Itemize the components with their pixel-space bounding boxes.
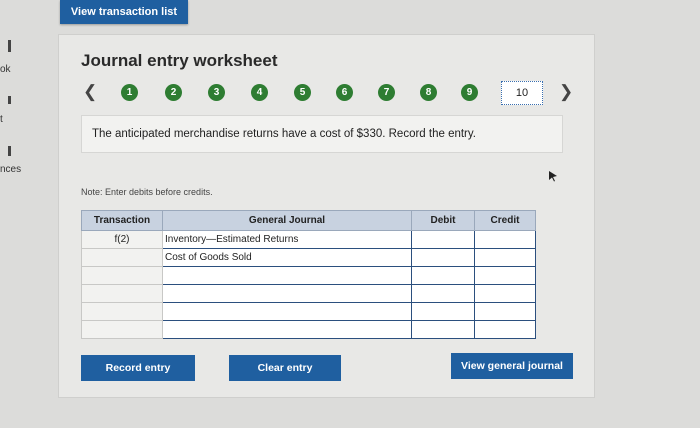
prompt-text: The anticipated merchandise returns have… xyxy=(92,128,476,140)
table-row: f(2) Inventory—Estimated Returns xyxy=(81,230,536,249)
sidebar-fragment-1: ok xyxy=(0,64,11,75)
step-10-current[interactable]: 10 xyxy=(501,81,543,105)
step-5[interactable]: 5 xyxy=(294,84,311,101)
credit-field[interactable] xyxy=(474,248,536,267)
credit-field[interactable] xyxy=(474,320,536,339)
prev-chevron-icon[interactable]: ❮ xyxy=(83,82,97,102)
debit-field[interactable] xyxy=(411,284,475,303)
credit-field[interactable] xyxy=(474,284,536,303)
sidebar-fragment-2: t xyxy=(0,114,3,125)
sidebar-bar xyxy=(8,146,11,156)
transaction-cell xyxy=(81,266,163,285)
account-field[interactable] xyxy=(162,266,412,285)
debit-field[interactable] xyxy=(411,302,475,321)
journal-table: Transaction General Journal Debit Credit… xyxy=(81,210,536,339)
view-general-journal-button[interactable]: View general journal xyxy=(451,353,573,379)
next-chevron-icon[interactable]: ❯ xyxy=(559,82,573,102)
account-field[interactable] xyxy=(162,284,412,303)
step-1[interactable]: 1 xyxy=(121,84,138,101)
transaction-cell: f(2) xyxy=(81,230,163,249)
step-3[interactable]: 3 xyxy=(208,84,225,101)
debit-credit-note: Note: Enter debits before credits. xyxy=(81,187,213,197)
debit-field[interactable] xyxy=(411,248,475,267)
clear-entry-button[interactable]: Clear entry xyxy=(229,355,341,381)
debit-field[interactable] xyxy=(411,230,475,249)
journal-entry-worksheet-panel: Journal entry worksheet ❮ 1 2 3 4 5 6 7 … xyxy=(58,34,595,398)
step-navigation: ❮ 1 2 3 4 5 6 7 8 9 10 ❯ xyxy=(81,81,581,105)
step-6[interactable]: 6 xyxy=(336,84,353,101)
col-header-general-journal: General Journal xyxy=(162,210,412,231)
table-row: Cost of Goods Sold xyxy=(81,248,536,267)
credit-field[interactable] xyxy=(474,266,536,285)
col-header-credit: Credit xyxy=(474,210,536,231)
step-7[interactable]: 7 xyxy=(378,84,395,101)
transaction-cell xyxy=(81,248,163,267)
table-row xyxy=(81,284,536,303)
account-field[interactable] xyxy=(162,302,412,321)
view-transaction-list-button[interactable]: View transaction list xyxy=(60,0,188,24)
sidebar-fragment-3: nces xyxy=(0,164,22,175)
col-header-debit: Debit xyxy=(411,210,475,231)
account-field[interactable] xyxy=(162,320,412,339)
transaction-cell xyxy=(81,302,163,321)
table-row xyxy=(81,266,536,285)
credit-field[interactable] xyxy=(474,230,536,249)
col-header-transaction: Transaction xyxy=(81,210,163,231)
step-2[interactable]: 2 xyxy=(165,84,182,101)
sidebar-bar xyxy=(8,96,11,104)
sidebar-bar xyxy=(8,40,11,52)
table-row xyxy=(81,302,536,321)
transaction-cell xyxy=(81,320,163,339)
debit-field[interactable] xyxy=(411,266,475,285)
worksheet-title: Journal entry worksheet xyxy=(81,51,278,70)
transaction-cell xyxy=(81,284,163,303)
mouse-cursor-icon xyxy=(549,171,557,182)
entry-prompt: The anticipated merchandise returns have… xyxy=(81,115,563,153)
account-field[interactable]: Inventory—Estimated Returns xyxy=(162,230,412,249)
step-4[interactable]: 4 xyxy=(251,84,268,101)
credit-field[interactable] xyxy=(474,302,536,321)
debit-field[interactable] xyxy=(411,320,475,339)
table-row xyxy=(81,320,536,339)
step-9[interactable]: 9 xyxy=(461,84,478,101)
left-sidebar-fragment: ok t nces xyxy=(0,0,22,428)
step-8[interactable]: 8 xyxy=(420,84,437,101)
record-entry-button[interactable]: Record entry xyxy=(81,355,195,381)
account-field[interactable]: Cost of Goods Sold xyxy=(162,248,412,267)
